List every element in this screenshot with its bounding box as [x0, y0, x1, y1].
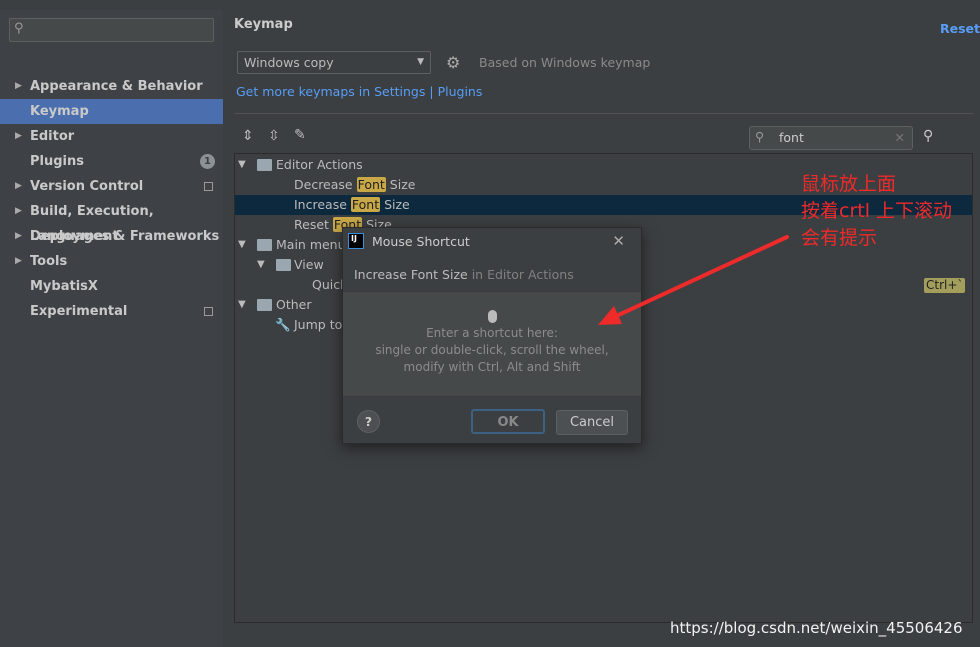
- watermark: https://blog.csdn.net/weixin_45506426: [670, 619, 963, 637]
- annotation-arrow: [598, 235, 789, 325]
